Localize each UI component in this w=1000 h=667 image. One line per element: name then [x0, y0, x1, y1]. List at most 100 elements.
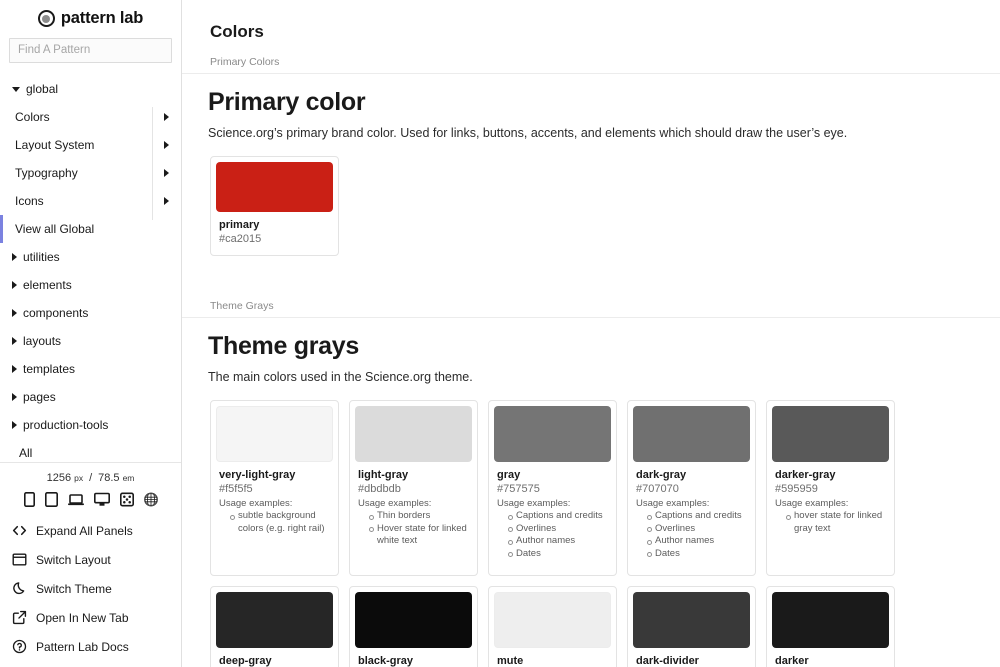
swatch-hex: #f5f5f5: [219, 483, 253, 495]
pattern-lab-logo-text: pattern lab: [60, 9, 144, 28]
viewport-px-value[interactable]: 1256: [47, 472, 71, 484]
section-eyebrow-theme-grays: Theme Grays: [182, 286, 1000, 318]
sidebar-footer: 1256 px / 78.5 em Expand All Panels Swit…: [0, 462, 181, 667]
section-eyebrow-primary-colors: Primary Colors: [182, 42, 1000, 74]
search-container: [0, 34, 181, 71]
nav-group-label: templates: [23, 361, 76, 376]
color-chip: [633, 592, 750, 648]
desktop-size-icon[interactable]: [93, 492, 110, 507]
color-chip: [355, 406, 472, 462]
phone-size-icon[interactable]: [23, 492, 35, 507]
theme-grays-grid: very-light-gray #f5f5f5 Usage examples: sub…: [182, 384, 1000, 667]
tablet-size-icon[interactable]: [44, 492, 58, 507]
nav-group-layouts[interactable]: layouts: [0, 327, 181, 355]
chevron-right-icon: [12, 280, 17, 289]
viewport-em-unit: em: [122, 473, 135, 483]
nav-group-utilities[interactable]: utilities: [0, 243, 181, 271]
list-item: Captions and credits: [508, 510, 608, 523]
swatch-name: primary: [219, 219, 260, 231]
chevron-right-icon: [164, 140, 169, 149]
pattern-lab-docs-button[interactable]: Pattern Lab Docs: [0, 632, 181, 661]
nav-group-label: utilities: [23, 249, 60, 264]
viewport-em-value[interactable]: 78.5: [98, 472, 119, 484]
swatch-card[interactable]: dark-divider#393939: [627, 586, 756, 667]
section-title: Primary color: [208, 88, 366, 116]
switch-layout-button[interactable]: Switch Layout: [0, 545, 181, 574]
list-item: hover state for linked gray text: [786, 510, 886, 535]
list-item: Hover state for linked white text: [369, 523, 469, 548]
chevron-right-icon: [12, 364, 17, 373]
swatch-name: darker-gray: [775, 469, 836, 481]
sidebar-item-label: Colors: [15, 109, 50, 124]
swatch-card[interactable]: light-gray #dbdbdb Usage examples: Thin bor…: [349, 400, 478, 576]
sidebar-item-colors[interactable]: Colors: [0, 103, 181, 131]
swatch-card[interactable]: dark-gray #707070 Usage examples: Captions …: [627, 400, 756, 576]
sidebar-item-label: Typography: [15, 165, 78, 180]
swatch-name: deep-gray: [219, 655, 272, 667]
chevron-right-icon: [164, 196, 169, 205]
nav-group-templates[interactable]: templates: [0, 355, 181, 383]
menu-item-label: Expand All Panels: [36, 523, 133, 538]
swatch-body: mute#eeeUsed for some disabled states.: [494, 648, 611, 667]
swatch-card[interactable]: darker#1a1a1aUsage examples:background c…: [766, 586, 895, 667]
disco-size-icon[interactable]: [143, 492, 158, 507]
viewport-size-display: 1256 px / 78.5 em: [0, 472, 181, 492]
nav-group-pages[interactable]: pages: [0, 383, 181, 411]
swatch-card[interactable]: darker-gray #595959 Usage examples: hover s…: [766, 400, 895, 576]
menu-item-label: Switch Theme: [36, 581, 112, 596]
swatch-usage-label: Usage examples:: [775, 498, 849, 509]
nav-group-elements[interactable]: elements: [0, 271, 181, 299]
section-description: The main colors used in the Science.org …: [208, 370, 473, 384]
swatch-name: dark-gray: [636, 469, 687, 481]
nav-group-label: elements: [23, 277, 72, 292]
nav-group-components[interactable]: components: [0, 299, 181, 327]
nav-group-label: production-tools: [23, 417, 109, 432]
sidebar-item-all[interactable]: All: [0, 439, 181, 462]
sidebar-item-label: Icons: [15, 193, 44, 208]
swatch-usage-label: Usage examples:: [358, 498, 432, 509]
nav-group-label: pages: [23, 389, 56, 404]
swatch-card[interactable]: very-light-gray #f5f5f5 Usage examples: sub…: [210, 400, 339, 576]
swatch-body: dark-divider#393939: [633, 648, 750, 667]
swatch-card[interactable]: mute#eeeUsed for some disabled states.: [488, 586, 617, 667]
nav-group-global[interactable]: global: [0, 75, 181, 103]
menu-item-label: Switch Layout: [36, 552, 111, 567]
chevron-right-icon: [12, 308, 17, 317]
random-size-icon[interactable]: [119, 492, 134, 507]
swatch-name: mute: [497, 655, 524, 667]
swatch-card[interactable]: black-gray#0b0b0bUsed very sparinglyUsag…: [349, 586, 478, 667]
swatch-usage-list: hover state for linked gray text: [775, 510, 886, 535]
code-brackets-icon: [12, 525, 27, 536]
pattern-lab-logo-icon: [37, 10, 55, 28]
sidebar-item-view-all-global[interactable]: View all Global: [0, 214, 181, 243]
sidebar-item-typography[interactable]: Typography: [0, 159, 181, 187]
open-in-new-tab-button[interactable]: Open In New Tab: [0, 603, 181, 632]
nav-group-label: layouts: [23, 333, 62, 348]
pattern-lab-app: pattern lab global Colors Layout System: [0, 0, 1000, 667]
swatch-body: dark-gray #707070 Usage examples: Captions …: [633, 462, 750, 560]
section-header-theme-grays: Theme grays The main colors used in the …: [182, 318, 1000, 384]
expand-all-panels-button[interactable]: Expand All Panels: [0, 516, 181, 545]
swatch-card[interactable]: gray #757575 Usage examples: Captions and c…: [488, 400, 617, 576]
search-input[interactable]: [9, 37, 172, 63]
color-chip: [494, 406, 611, 462]
question-circle-icon: [12, 639, 27, 654]
nav-group-production-tools[interactable]: production-tools: [0, 411, 181, 439]
pattern-lab-logo[interactable]: pattern lab: [0, 0, 181, 34]
sidebar-item-layout-system[interactable]: Layout System: [0, 131, 181, 159]
switch-theme-button[interactable]: Switch Theme: [0, 574, 181, 603]
swatch-hex: #dbdbdb: [358, 483, 401, 495]
swatch-hex: #595959: [775, 483, 818, 495]
laptop-size-icon[interactable]: [67, 492, 84, 507]
swatch-name: gray: [497, 469, 521, 481]
sidebar-item-icons[interactable]: Icons: [0, 187, 181, 215]
swatch-hex: #707070: [636, 483, 679, 495]
nav-group-label: components: [23, 305, 89, 320]
swatch-usage-list: Captions and credits Overlines Author name…: [497, 510, 608, 560]
swatch-card[interactable]: deep-gray#262626The most common colorUsa…: [210, 586, 339, 667]
swatch-card[interactable]: primary #ca2015: [210, 156, 339, 256]
viewport-separator: /: [89, 472, 93, 484]
color-chip: [633, 406, 750, 462]
sidebar-item-label: Layout System: [15, 137, 95, 152]
swatch-body: darker#1a1a1aUsage examples:background c…: [772, 648, 889, 667]
